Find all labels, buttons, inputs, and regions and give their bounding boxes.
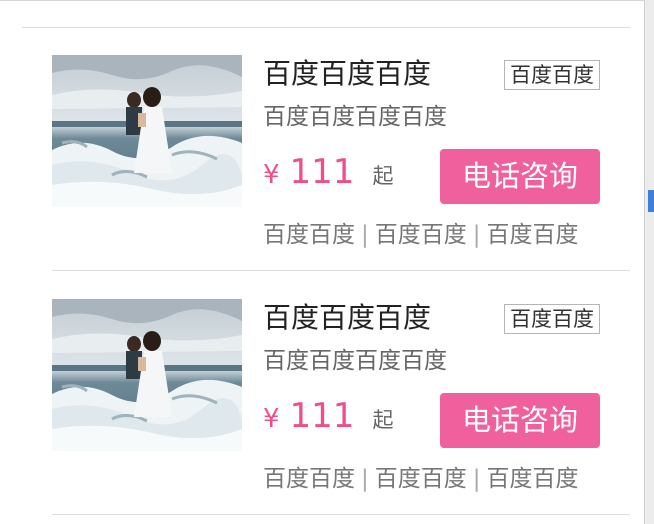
price-row: ¥111 起: [263, 396, 393, 444]
wedding-photo-thumbnail[interactable]: [52, 55, 242, 207]
listing-panel: 百度百度百度 百度百度 百度百度百度百度 ¥111 起 电话咨询 百度百度 | 百度百…: [0, 0, 644, 524]
feature-separator: |: [472, 466, 481, 492]
listing-tag: 百度百度: [504, 304, 600, 334]
price-value: 111: [289, 396, 355, 436]
feature-tags: 百度百度 | 百度百度 | 百度百度: [263, 219, 579, 251]
listing-title: 百度百度百度: [263, 57, 432, 90]
wedding-photo-thumbnail[interactable]: [52, 299, 242, 451]
scrollbar-track[interactable]: [644, 0, 654, 524]
listing-tag: 百度百度: [504, 60, 600, 90]
price-suffix: 起: [372, 164, 394, 188]
call-consult-button[interactable]: 电话咨询: [440, 393, 600, 448]
scroll-marker[interactable]: [648, 190, 654, 212]
currency-symbol: ¥: [263, 160, 280, 190]
wedding-photo-image: [52, 55, 242, 207]
feature-separator: |: [472, 222, 481, 248]
feature-tags: 百度百度 | 百度百度 | 百度百度: [263, 463, 579, 495]
feature-tag: 百度百度: [263, 466, 355, 492]
listing-subtitle: 百度百度百度百度: [263, 104, 447, 130]
feature-separator: |: [361, 466, 369, 492]
feature-tag: 百度百度: [486, 466, 579, 492]
feature-tag: 百度百度: [263, 222, 355, 248]
price-suffix: 起: [372, 408, 394, 432]
price-value: 111: [289, 152, 355, 192]
currency-symbol: ¥: [263, 404, 280, 434]
listing-subtitle: 百度百度百度百度: [263, 348, 447, 374]
feature-tag: 百度百度: [374, 222, 467, 248]
feature-tag: 百度百度: [486, 222, 579, 248]
card-divider: [52, 514, 630, 515]
listing-card[interactable]: 百度百度百度 百度百度 百度百度百度百度 ¥111 起 电话咨询 百度百度 | 百度百…: [22, 27, 630, 271]
feature-tag: 百度百度: [374, 466, 467, 492]
call-consult-button[interactable]: 电话咨询: [440, 149, 600, 204]
listing-title: 百度百度百度: [263, 301, 432, 334]
price-row: ¥111 起: [263, 152, 393, 200]
listing-card[interactable]: 百度百度百度 百度百度 百度百度百度百度 ¥111 起 电话咨询 百度百度 | 百度百…: [22, 271, 630, 515]
wedding-photo-image: [52, 299, 242, 451]
feature-separator: |: [361, 222, 369, 248]
